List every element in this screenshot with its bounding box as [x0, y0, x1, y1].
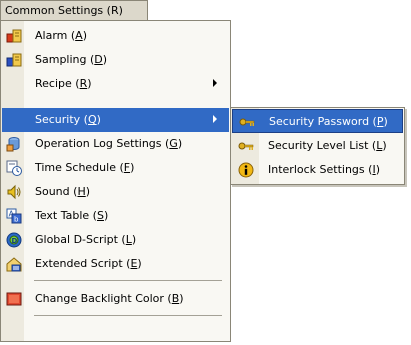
menu-item-security[interactable]: Security (Q)	[2, 108, 229, 132]
menu-item-change-backlight-color[interactable]: Change Backlight Color (B)	[2, 287, 229, 311]
alarm-icon	[6, 29, 22, 43]
submenu-arrow-icon	[213, 115, 217, 123]
security-submenu: Security Password (P) Security Level Lis…	[230, 107, 405, 185]
key-icon	[239, 118, 255, 126]
text-table-icon: A b	[6, 208, 22, 224]
submenu-item-security-password[interactable]: Security Password (P)	[232, 109, 403, 133]
info-icon	[238, 162, 254, 178]
menu-item-global-d-script[interactable]: D Global D-Script (L)	[2, 228, 229, 252]
time-schedule-icon	[6, 160, 22, 176]
common-settings-dropdown: Alarm (A) Sampling (D) Recipe (R) Securi…	[0, 20, 231, 342]
extended-script-icon	[6, 257, 22, 272]
svg-text:D: D	[12, 237, 18, 245]
menu-common-settings-label: Common Settings (R)	[5, 4, 123, 17]
operation-log-icon	[6, 137, 20, 152]
menu-common-settings[interactable]: Common Settings (R)	[0, 0, 148, 20]
menu-item-recipe[interactable]: Recipe (R)	[2, 72, 229, 96]
menu-separator	[34, 315, 222, 316]
menu-item-text-table[interactable]: A b Text Table (S)	[2, 204, 229, 228]
menu-item-alarm[interactable]: Alarm (A)	[2, 24, 229, 48]
menu-item-time-schedule[interactable]: Time Schedule (F)	[2, 156, 229, 180]
sound-icon	[7, 184, 21, 200]
menu-item-sound[interactable]: Sound (H)	[2, 180, 229, 204]
submenu-arrow-icon	[213, 79, 217, 87]
backlight-color-icon	[6, 292, 22, 306]
menu-item-extended-script[interactable]: Extended Script (E)	[2, 252, 229, 276]
global-d-script-icon: D	[6, 232, 22, 248]
svg-text:b: b	[14, 216, 19, 224]
menu-item-operation-log-settings[interactable]: Operation Log Settings (G)	[2, 132, 229, 156]
submenu-item-interlock-settings[interactable]: Interlock Settings (I)	[232, 158, 403, 182]
sampling-icon	[6, 53, 22, 67]
menu-separator	[34, 280, 222, 281]
key-icon	[238, 142, 254, 150]
menu-item-sampling[interactable]: Sampling (D)	[2, 48, 229, 72]
submenu-item-security-level-list[interactable]: Security Level List (L)	[232, 134, 403, 158]
